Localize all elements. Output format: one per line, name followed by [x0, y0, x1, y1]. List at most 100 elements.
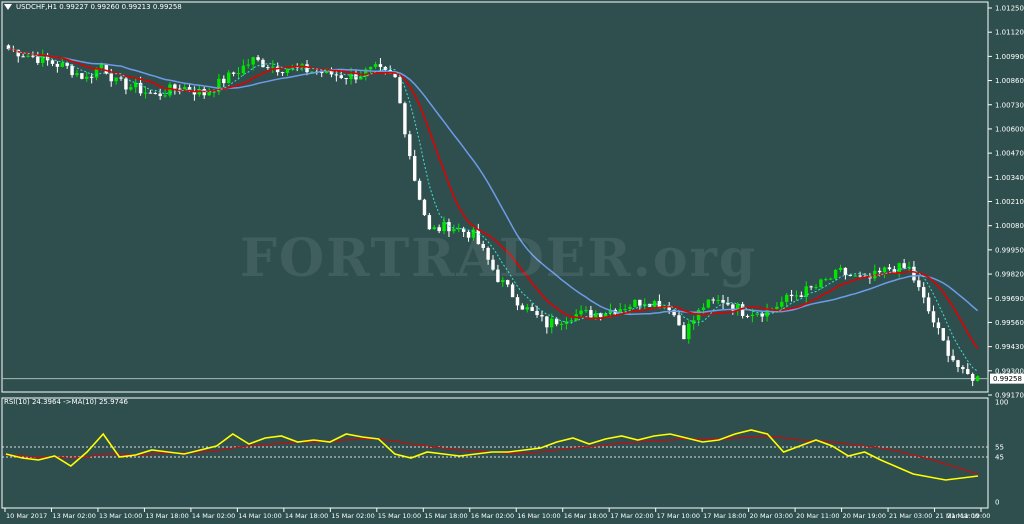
price-tick-label: 1.00340	[995, 174, 1024, 182]
bear-candle	[403, 103, 407, 135]
time-axis: 10 Mar 2017 13 Mar 02:00 13 Mar 10:00 13 Ma…	[4, 508, 990, 520]
bear-candle	[931, 311, 936, 323]
bear-candle	[36, 56, 40, 63]
time-tick-label: 13 Mar 10:00	[99, 512, 142, 520]
bull-candle	[163, 95, 167, 97]
bull-candle	[882, 267, 887, 273]
bear-candle	[173, 84, 177, 89]
bull-candle	[819, 279, 823, 288]
main-panel-frame	[1, 1, 989, 393]
bull-candle	[804, 286, 808, 297]
moving-averages	[8, 48, 979, 372]
rsi-panel-frame	[1, 397, 989, 509]
bear-candle	[545, 316, 549, 328]
bear-candle	[912, 266, 916, 281]
time-tick-label: 16 Mar 02:00	[471, 512, 514, 520]
price-tick-label: 1.00210	[995, 198, 1024, 206]
bear-candle	[535, 310, 539, 316]
bull-candle	[182, 87, 187, 90]
bull-candle	[755, 313, 760, 315]
rsi-line	[5, 429, 979, 481]
bull-candle	[525, 307, 529, 310]
rsi-axis: 100 55 45 0	[995, 399, 1008, 507]
price-tick-label: 1.01120	[995, 29, 1024, 37]
bull-candle	[633, 299, 637, 307]
bull-candle	[687, 323, 691, 340]
rsi-indicator	[5, 429, 979, 481]
bear-candle	[902, 263, 906, 268]
bull-candle	[373, 64, 378, 67]
bear-candle	[21, 56, 25, 58]
time-tick-label: 13 Mar 02:00	[52, 512, 95, 520]
bear-candle	[417, 180, 422, 200]
bear-candle	[917, 280, 921, 288]
bear-candle	[256, 57, 260, 60]
bull-candle	[706, 299, 711, 308]
bull-candle	[559, 323, 564, 325]
bear-candle	[408, 134, 412, 157]
price-tick-label: 1.00600	[995, 125, 1024, 133]
bull-candle	[750, 314, 755, 317]
bear-candle	[682, 325, 686, 340]
bear-candle	[422, 199, 427, 216]
watermark: FORTRADER.org	[240, 228, 758, 289]
time-tick-label: 10 Mar 2017	[6, 512, 47, 520]
bull-candle	[251, 57, 255, 65]
bull-candle	[829, 278, 833, 280]
bear-candle	[970, 374, 975, 381]
bear-candle	[799, 295, 804, 297]
bull-candle	[780, 301, 784, 307]
bull-candle	[794, 295, 799, 297]
bear-candle	[887, 267, 892, 270]
bear-candle	[926, 297, 931, 312]
bull-candle	[814, 287, 818, 289]
bear-candle	[153, 93, 157, 95]
rsi-tick-label: 45	[995, 454, 1004, 462]
price-tick-label: 0.99560	[995, 319, 1024, 327]
time-tick-label: 17 Mar 18:00	[703, 512, 746, 520]
price-tick-label: 1.00860	[995, 77, 1024, 85]
rsi-tick-label: 0	[995, 499, 999, 507]
bull-candle	[168, 84, 172, 96]
bear-candle	[124, 78, 128, 90]
bear-candle	[231, 72, 236, 74]
bull-candle	[701, 307, 706, 311]
bear-candle	[677, 315, 681, 326]
bear-candle	[339, 75, 343, 78]
bear-candle	[858, 275, 862, 277]
bear-candle	[280, 72, 285, 74]
bear-candle	[721, 299, 725, 303]
bear-candle	[80, 73, 84, 79]
bull-candle	[833, 269, 838, 279]
bear-candle	[848, 275, 853, 277]
bull-candle	[246, 64, 250, 66]
dropdown-arrow-icon[interactable]	[4, 4, 12, 10]
bull-candle	[584, 310, 588, 312]
bear-candle	[412, 156, 417, 181]
bull-candle	[628, 306, 632, 310]
bull-candle	[623, 309, 627, 311]
bull-candle	[550, 318, 554, 328]
bear-candle	[961, 366, 965, 370]
bear-candle	[305, 64, 309, 73]
bull-candle	[368, 66, 373, 70]
bear-candle	[104, 63, 109, 74]
bear-candle	[266, 67, 270, 69]
bear-candle	[398, 77, 402, 104]
bear-candle	[540, 315, 544, 317]
bear-candle	[222, 78, 226, 84]
bear-candle	[936, 322, 941, 329]
bear-candle	[520, 305, 525, 310]
bull-candle	[775, 306, 779, 309]
bear-candle	[89, 76, 94, 78]
price-tick-label: 0.99430	[995, 343, 1024, 351]
bull-candle	[838, 267, 843, 270]
rsi-info: RSI(10) 24.3964 ->MA(10) 25.9746	[4, 398, 128, 406]
bear-candle	[344, 77, 348, 80]
bull-candle	[569, 320, 574, 322]
time-tick-label: 20 Mar 11:00	[796, 512, 839, 520]
bear-candle	[70, 65, 74, 76]
bull-candle	[975, 376, 980, 381]
rsi-tick-label: 55	[995, 444, 1004, 452]
bear-candle	[158, 93, 162, 97]
